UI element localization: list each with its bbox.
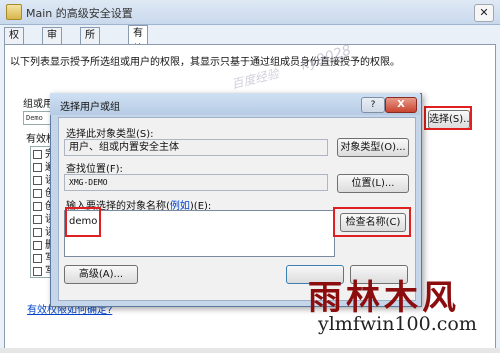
checkbox-icon <box>33 149 42 159</box>
checkbox-icon <box>33 227 42 237</box>
checkbox-icon <box>33 240 42 250</box>
object-types-button[interactable]: 对象类型(O)... <box>337 138 409 157</box>
checkbox-icon <box>33 253 42 263</box>
object-names-input[interactable]: demo <box>64 210 335 257</box>
checkbox-icon <box>33 162 42 172</box>
location-field: XMG-DEMO <box>64 174 328 191</box>
tab-owner[interactable]: 所有者 <box>80 27 100 73</box>
group-or-user-label: 组或用 <box>23 99 53 110</box>
dialog-close-button[interactable]: X <box>385 97 417 113</box>
locations-button[interactable]: 位置(L)... <box>337 174 409 193</box>
site-logo: 雨林木风 <box>308 278 460 318</box>
bottom-strip <box>0 348 500 353</box>
folder-icon <box>6 4 22 20</box>
panel-description: 以下列表显示授予所选组或用户的权限，其显示只基于通过组成员身份直接授予的权限。 <box>10 57 400 68</box>
advanced-button[interactable]: 高级(A)... <box>64 265 138 284</box>
window-title: Main 的高级安全设置 <box>26 7 133 20</box>
object-type-field: 用户、组或内置安全主体 <box>64 139 328 156</box>
dialog-title: 选择用户或组 <box>60 102 120 113</box>
checkbox-icon <box>33 188 42 198</box>
checkbox-icon <box>33 214 42 224</box>
location-label: 查找位置(F): <box>66 164 123 175</box>
checkbox-icon <box>33 266 42 276</box>
site-logo-url: ylmfwin100.com <box>318 313 477 335</box>
tab-auditing[interactable]: 审核 <box>42 27 62 57</box>
highlight-box <box>424 106 472 130</box>
checkbox-icon <box>33 201 42 211</box>
tab-permissions[interactable]: 权限 <box>4 27 24 57</box>
object-type-label: 选择此对象类型(S): <box>66 129 154 140</box>
checkbox-icon <box>33 175 42 185</box>
window-title-bar: Main 的高级安全设置 ✕ <box>0 0 500 25</box>
highlight-box <box>65 207 101 237</box>
tab-effective-permissions[interactable]: 有效权限 <box>128 25 148 87</box>
dialog-help-button[interactable]: ? <box>361 97 385 113</box>
highlight-box <box>333 207 411 237</box>
window-close-button[interactable]: ✕ <box>474 4 494 22</box>
